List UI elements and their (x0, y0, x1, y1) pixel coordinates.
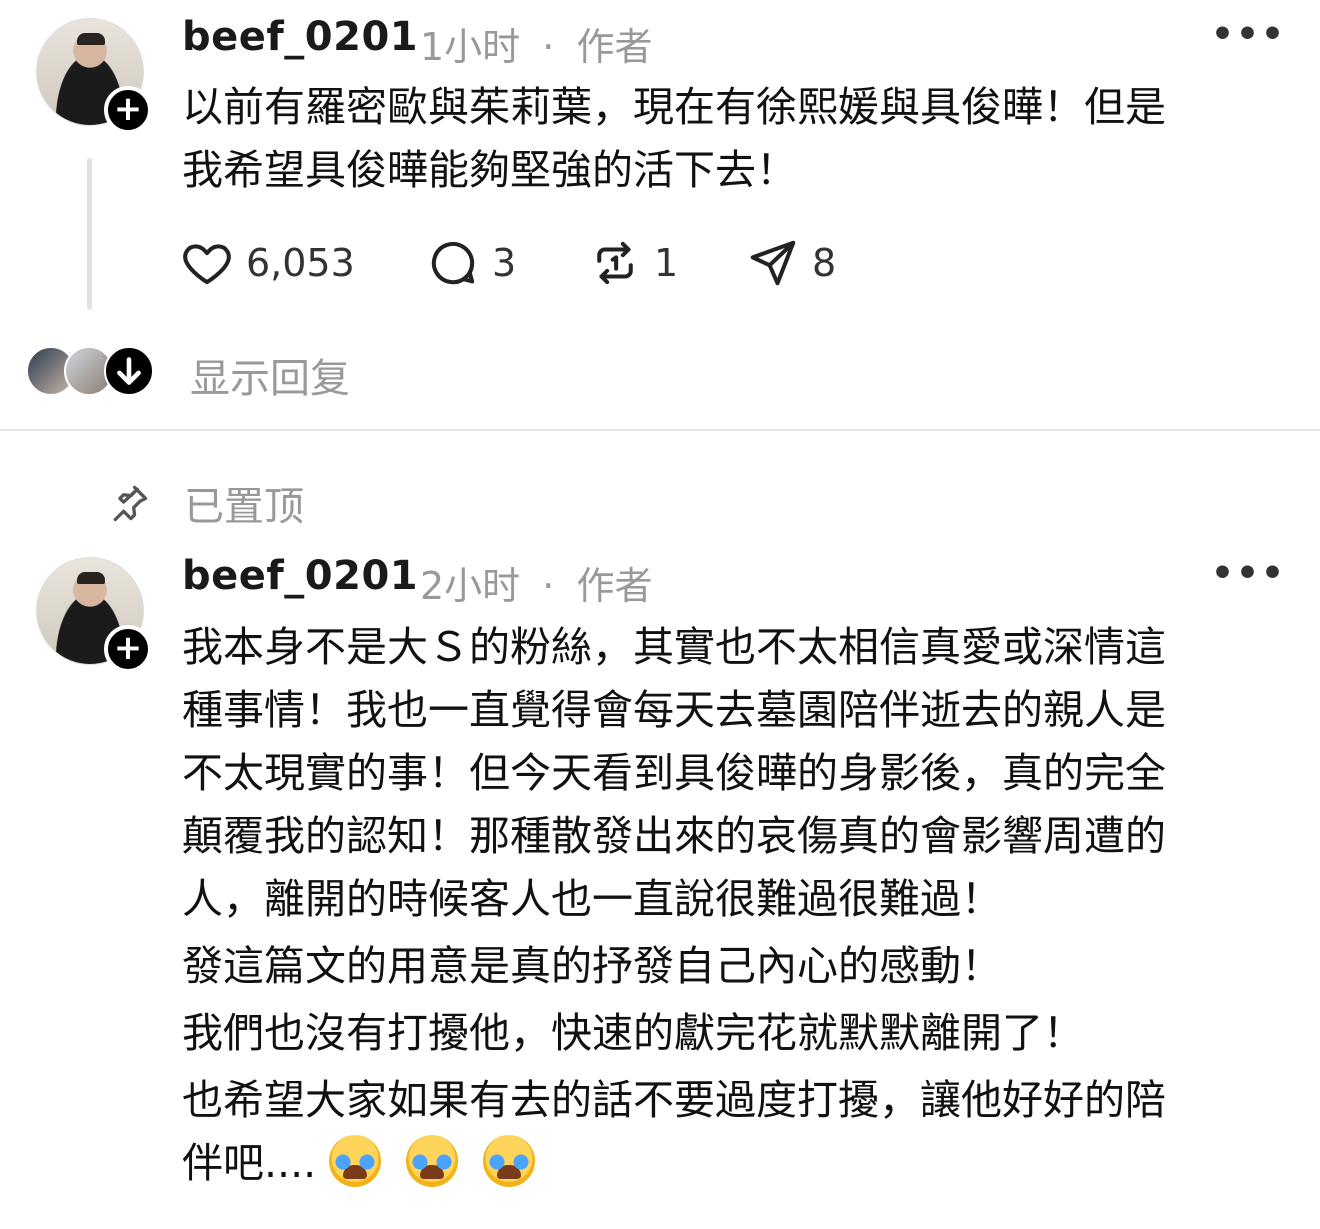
post-last-line: 伴吧.... (182, 1132, 1282, 1195)
loudly-crying-face-emoji (406, 1135, 459, 1187)
post-text-line: 顛覆我的認知！那種散發出來的哀傷真的會影響周遭的 (182, 812, 1166, 860)
post-meta: 2小时 · 作者 (420, 555, 652, 610)
show-replies-link[interactable]: 显示回复 (190, 346, 350, 404)
comment-bubble-icon (431, 241, 475, 285)
comment-count: 3 (492, 241, 517, 285)
arrow-down-icon (104, 346, 154, 396)
post-body: 以前有羅密歐與茱莉葉，現在有徐熙媛與具俊曄！但是 我希望具俊曄能夠堅強的活下去！ (182, 76, 1282, 202)
username[interactable]: beef_0201 (182, 14, 418, 60)
meta-separator: · (542, 564, 555, 608)
like-button[interactable]: 6,053 (180, 235, 355, 291)
follow-plus-icon[interactable]: + (104, 625, 152, 673)
post-meta: 1小时 · 作者 (420, 16, 652, 71)
post-2: + beef_0201 2小时 · 作者 ••• 我本身不是大Ｓ的粉絲，其實也不… (0, 540, 1320, 1229)
repost-icon (597, 241, 633, 285)
post-text-line: 人，離開的時候客人也一直說很難過很難過！ (182, 875, 1002, 923)
send-icon (750, 240, 796, 286)
share-count: 8 (812, 241, 837, 285)
heart-icon (183, 244, 231, 285)
repost-count: 1 (654, 241, 679, 285)
share-button[interactable]: 8 (746, 235, 836, 291)
divider (0, 429, 1320, 431)
post-text-line: 種事情！我也一直覺得會每天去墓園陪伴逝去的親人是 (182, 686, 1166, 734)
post-text-line: 我希望具俊曄能夠堅強的活下去！ (182, 146, 797, 194)
post-time: 1小时 (420, 25, 521, 69)
author-tag: 作者 (576, 25, 653, 69)
post-1: + beef_0201 1小时 · 作者 ••• 以前有羅密歐與茱莉葉，現在有徐… (0, 0, 1320, 430)
post-text-line: 不太現實的事！但今天看到具俊曄的身影後，真的完全 (182, 749, 1166, 797)
post-text-line: 也希望大家如果有去的話不要過度打擾，讓他好好的陪 (182, 1076, 1166, 1124)
post-text-line: 我們也沒有打擾他，快速的獻完花就默默離開了！ (182, 1009, 1084, 1057)
username[interactable]: beef_0201 (182, 553, 418, 599)
author-tag: 作者 (576, 564, 653, 608)
like-count: 6,053 (246, 241, 355, 285)
show-replies-row[interactable]: 显示回复 (0, 340, 1320, 404)
pinned-indicator: 已置顶 (108, 475, 304, 531)
more-dots-icon[interactable]: ••• (1211, 14, 1286, 55)
pinned-label: 已置顶 (184, 484, 304, 530)
post-text-line: 我本身不是大Ｓ的粉絲，其實也不太相信真愛或深情這 (182, 623, 1166, 671)
follow-plus-icon[interactable]: + (104, 86, 152, 134)
loudly-crying-face-emoji (483, 1135, 536, 1187)
meta-separator: · (542, 25, 555, 69)
more-dots-icon[interactable]: ••• (1211, 553, 1286, 594)
post-text-line: 伴吧.... (182, 1139, 317, 1187)
post-time: 2小时 (420, 564, 521, 608)
post-body: 我本身不是大Ｓ的粉絲，其實也不太相信真愛或深情這 種事情！我也一直覺得會每天去墓… (182, 616, 1282, 1195)
loudly-crying-face-emoji (329, 1135, 382, 1187)
pin-icon (113, 485, 148, 522)
post-text-line: 發這篇文的用意是真的抒發自己內心的感動！ (182, 942, 1002, 990)
thread-line (87, 158, 92, 310)
repost-button[interactable]: 1 (588, 235, 678, 291)
comment-button[interactable]: 3 (426, 235, 516, 291)
post-text-line: 以前有羅密歐與茱莉葉，現在有徐熙媛與具俊曄！但是 (182, 83, 1166, 131)
